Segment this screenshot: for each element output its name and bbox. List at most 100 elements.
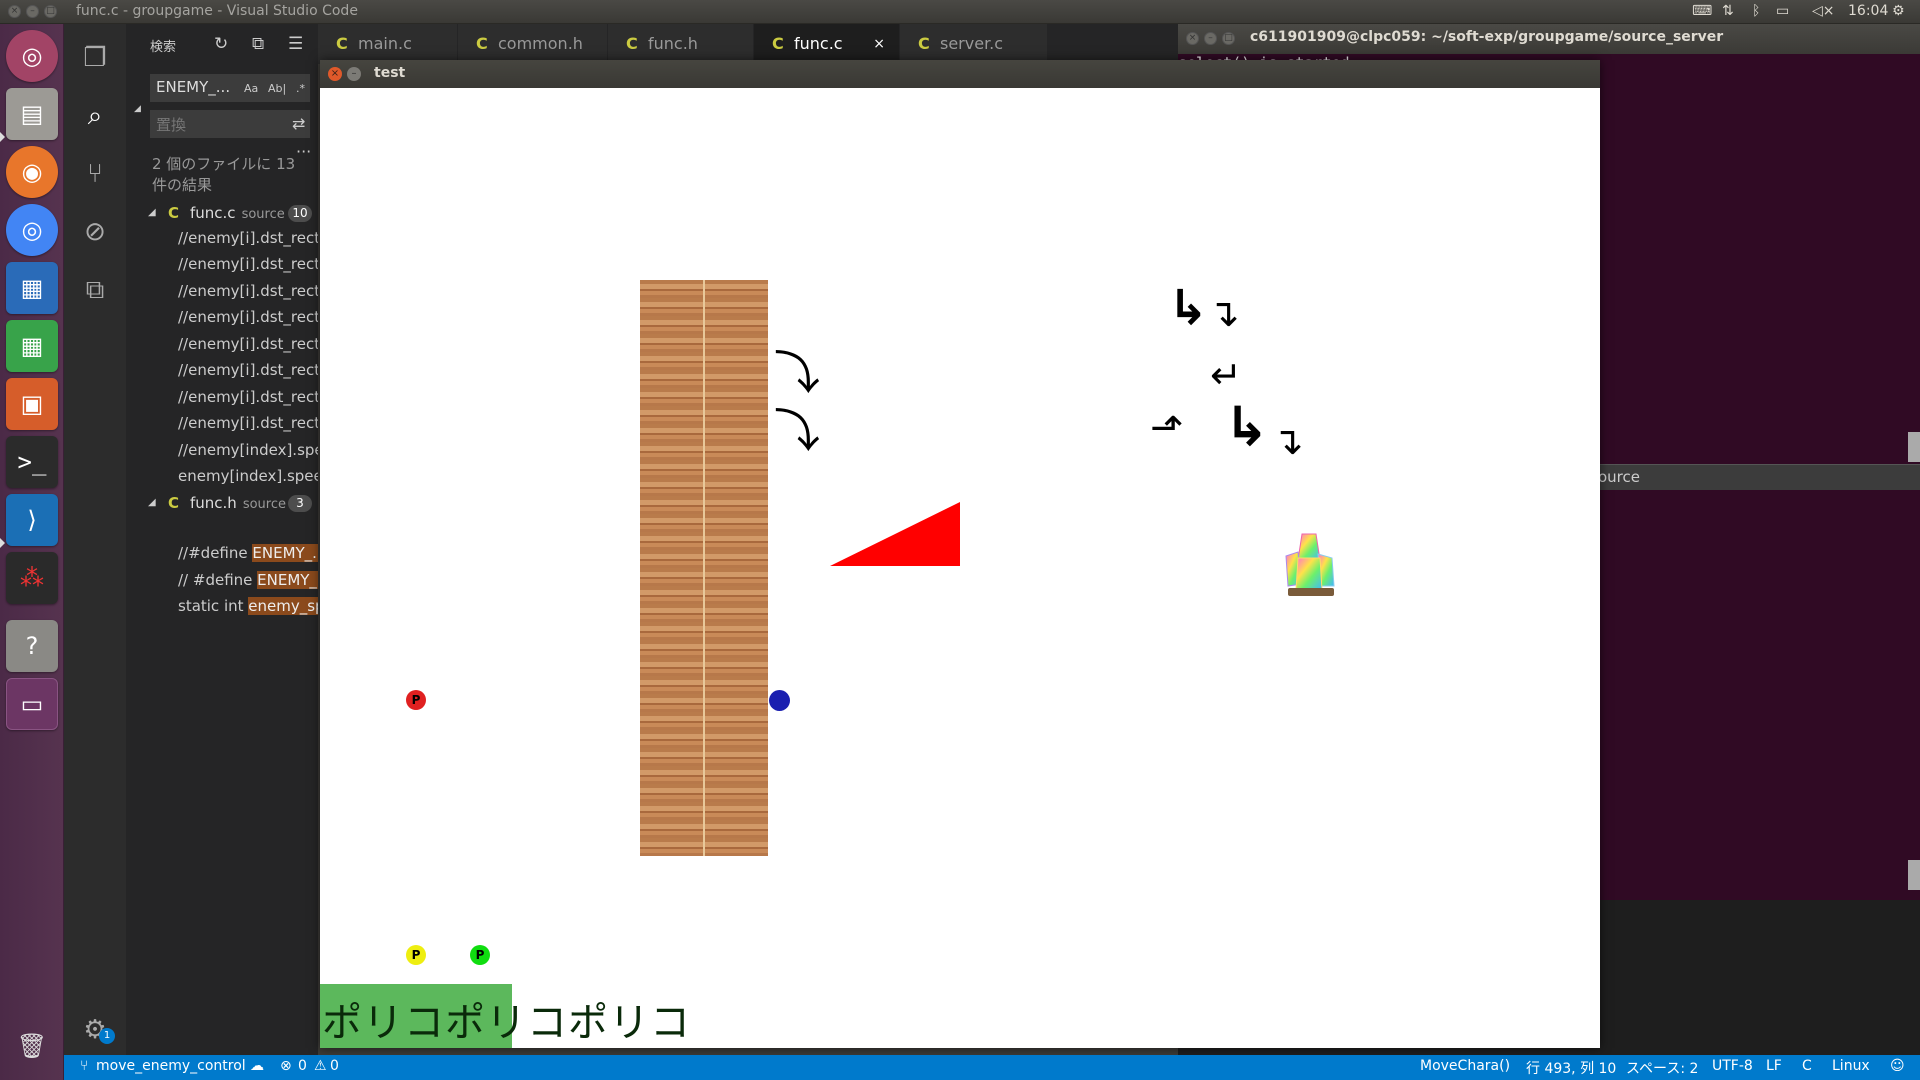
bluetooth-icon[interactable]: ᛒ [1752,3,1760,19]
sidebar-title: 検索 [150,40,177,55]
tab-common-h[interactable]: Ccommon.h [458,24,608,64]
vscode-icon[interactable]: ⟩ [6,494,58,546]
calc-icon[interactable]: ▦ [6,320,58,372]
test-close-button[interactable]: × [328,67,342,81]
result-prefix: //#define [178,544,253,562]
search-result-item[interactable]: static int enemy_sp... [178,593,318,619]
search-result-item[interactable]: //#define ENEMY_... [178,540,318,566]
keyboard-icon[interactable]: ⌨ [1692,3,1712,19]
source-control-icon[interactable]: ⑂ [77,156,113,192]
help-icon[interactable]: ? [6,620,58,672]
error-count[interactable]: 0 [298,1058,307,1074]
search-result-item[interactable]: //enemy[i].dst_rect... [178,251,318,277]
toggle-replace-icon[interactable]: ◢ [134,104,141,114]
network-arrows-icon[interactable]: ⇅ [1722,3,1734,19]
volume-icon[interactable]: ◁× [1812,3,1835,19]
search-result-item[interactable]: //enemy[i].dst_rect... [178,304,318,330]
debug-icon[interactable]: ⊘ [77,214,113,250]
expand-icon[interactable]: ◢ [148,201,156,225]
group-filename: func.h [190,494,237,512]
search-result-item[interactable]: //enemy[i].dst_rect... [178,384,318,410]
encoding[interactable]: UTF-8 [1712,1058,1753,1074]
window-minimize-button[interactable]: – [26,5,39,18]
branch-icon[interactable]: ⑂ [80,1058,88,1074]
test-window[interactable]: × – test ⤵ ⤵ ↳ ↴ ↵ ⬏ ↳ ↴ P P P ポリコポリコポリコ [320,60,1600,1048]
current-function[interactable]: MoveChara() [1420,1058,1510,1074]
sync-icon[interactable]: ☁ [250,1058,264,1074]
chrome-icon[interactable]: ◎ [6,204,58,256]
refresh-icon[interactable]: ↻ [214,34,228,54]
line-ending[interactable]: LF [1766,1058,1782,1074]
writer-icon[interactable]: ▦ [6,262,58,314]
c-file-icon: C [918,34,930,53]
window-maximize-button[interactable]: □ [44,5,57,18]
game-canvas[interactable]: ⤵ ⤵ ↳ ↴ ↵ ⬏ ↳ ↴ P P P ポリコポリコポリコ [320,88,1600,1048]
match-word-option[interactable]: Ab| [268,82,286,95]
files-icon[interactable]: ▤ [6,88,58,140]
ubuntu-dash-icon[interactable]: ◎ [6,30,58,82]
cursor-position[interactable]: 行 493, 列 10 [1526,1058,1616,1078]
language-mode[interactable]: C [1802,1058,1812,1074]
test-window-title: test [374,65,406,81]
editor-tabs: Cmain.c Ccommon.h Cfunc.h Cfunc.c × Cserv… [318,24,1178,64]
app-icon[interactable]: ⁂ [6,552,58,604]
clear-results-icon[interactable]: ☰ [288,34,303,54]
close-icon[interactable]: × [873,24,885,64]
terminal-close-button[interactable]: × [1186,32,1199,45]
terminal-title: c611901909@clpc059: ~/soft-exp/groupgame… [1250,29,1724,45]
settings-gear-icon[interactable]: ⚙ [1892,3,1905,19]
terminal-minimize-button[interactable]: – [1204,32,1217,45]
platform[interactable]: Linux [1832,1058,1870,1074]
collapse-all-icon[interactable]: ⧉ [252,34,264,54]
regex-option[interactable]: .* [296,82,305,95]
scrollbar-thumb[interactable] [1908,860,1920,890]
battery-icon[interactable]: ▭ [1776,3,1789,19]
replace-all-icon[interactable]: ⇄ [292,114,305,133]
tab-func-c[interactable]: Cfunc.c × [754,24,900,64]
search-icon[interactable]: ⌕ [77,98,113,134]
test-window-titlebar[interactable]: × – test [320,60,1600,88]
terminal-icon[interactable]: >_ [6,436,58,488]
expand-icon[interactable]: ◢ [148,491,156,515]
c-file-icon: C [772,34,784,53]
green-ground-block: ポリコポリコポリコ [320,984,690,1048]
impress-icon[interactable]: ▣ [6,378,58,430]
c-file-icon: C [168,494,180,512]
terminal-maximize-button[interactable]: □ [1222,32,1235,45]
extensions-icon[interactable]: ⧉ [77,272,113,308]
clock[interactable]: 16:04 [1848,3,1888,19]
search-result-item[interactable]: // #define ENEMY_... [178,567,318,593]
search-result-item[interactable]: //enemy[i].dst_rect... [178,331,318,357]
terminal-titlebar[interactable]: × – □ c611901909@clpc059: ~/soft-exp/gro… [1178,24,1920,54]
branch-name[interactable]: move_enemy_control [96,1058,246,1074]
trash-icon[interactable]: 🗑 [6,1020,58,1072]
feedback-smiley-icon[interactable]: ☺ [1890,1058,1905,1074]
search-result-item[interactable]: //enemy[i].dst_rect... [178,410,318,436]
result-group-func-c[interactable]: ◢ C func.c source 10 [126,201,318,225]
search-result-item[interactable]: //enemy[index].spe... [178,437,318,463]
tab-func-h[interactable]: Cfunc.h [608,24,754,64]
workspace-icon[interactable]: ▭ [6,678,58,730]
turn-arrow-icon: ↴ [1272,419,1304,463]
ground-pattern: ポリコポリコポリコ [322,1000,691,1046]
tab-server-c[interactable]: Cserver.c [900,24,1048,64]
result-group-func-h[interactable]: ◢ C func.h source 3 [126,491,318,515]
indentation[interactable]: スペース: 2 [1626,1058,1698,1078]
tab-main-c[interactable]: Cmain.c [318,24,458,64]
crystal-goal-icon [1285,533,1335,596]
test-minimize-button[interactable]: – [347,67,361,81]
explorer-icon[interactable]: ❐ [77,40,113,76]
scrollbar-thumb[interactable] [1908,432,1920,462]
warning-count[interactable]: 0 [330,1058,339,1074]
window-close-button[interactable]: × [8,5,21,18]
match-case-option[interactable]: Aa [244,82,258,95]
error-icon[interactable]: ⊗ [280,1058,292,1074]
search-result-item[interactable]: enemy[index].spee... [178,463,318,489]
firefox-icon[interactable]: ◉ [6,146,58,198]
search-result-item[interactable]: //enemy[i].dst_rect... [178,225,318,251]
replace-input[interactable]: 置換 [150,110,310,138]
search-result-item[interactable]: //enemy[i].dst_rect... [178,278,318,304]
result-highlight: ENEMY_... [257,571,318,589]
search-result-item[interactable]: //enemy[i].dst_rect... [178,357,318,383]
warning-icon[interactable]: ⚠ [314,1058,327,1074]
